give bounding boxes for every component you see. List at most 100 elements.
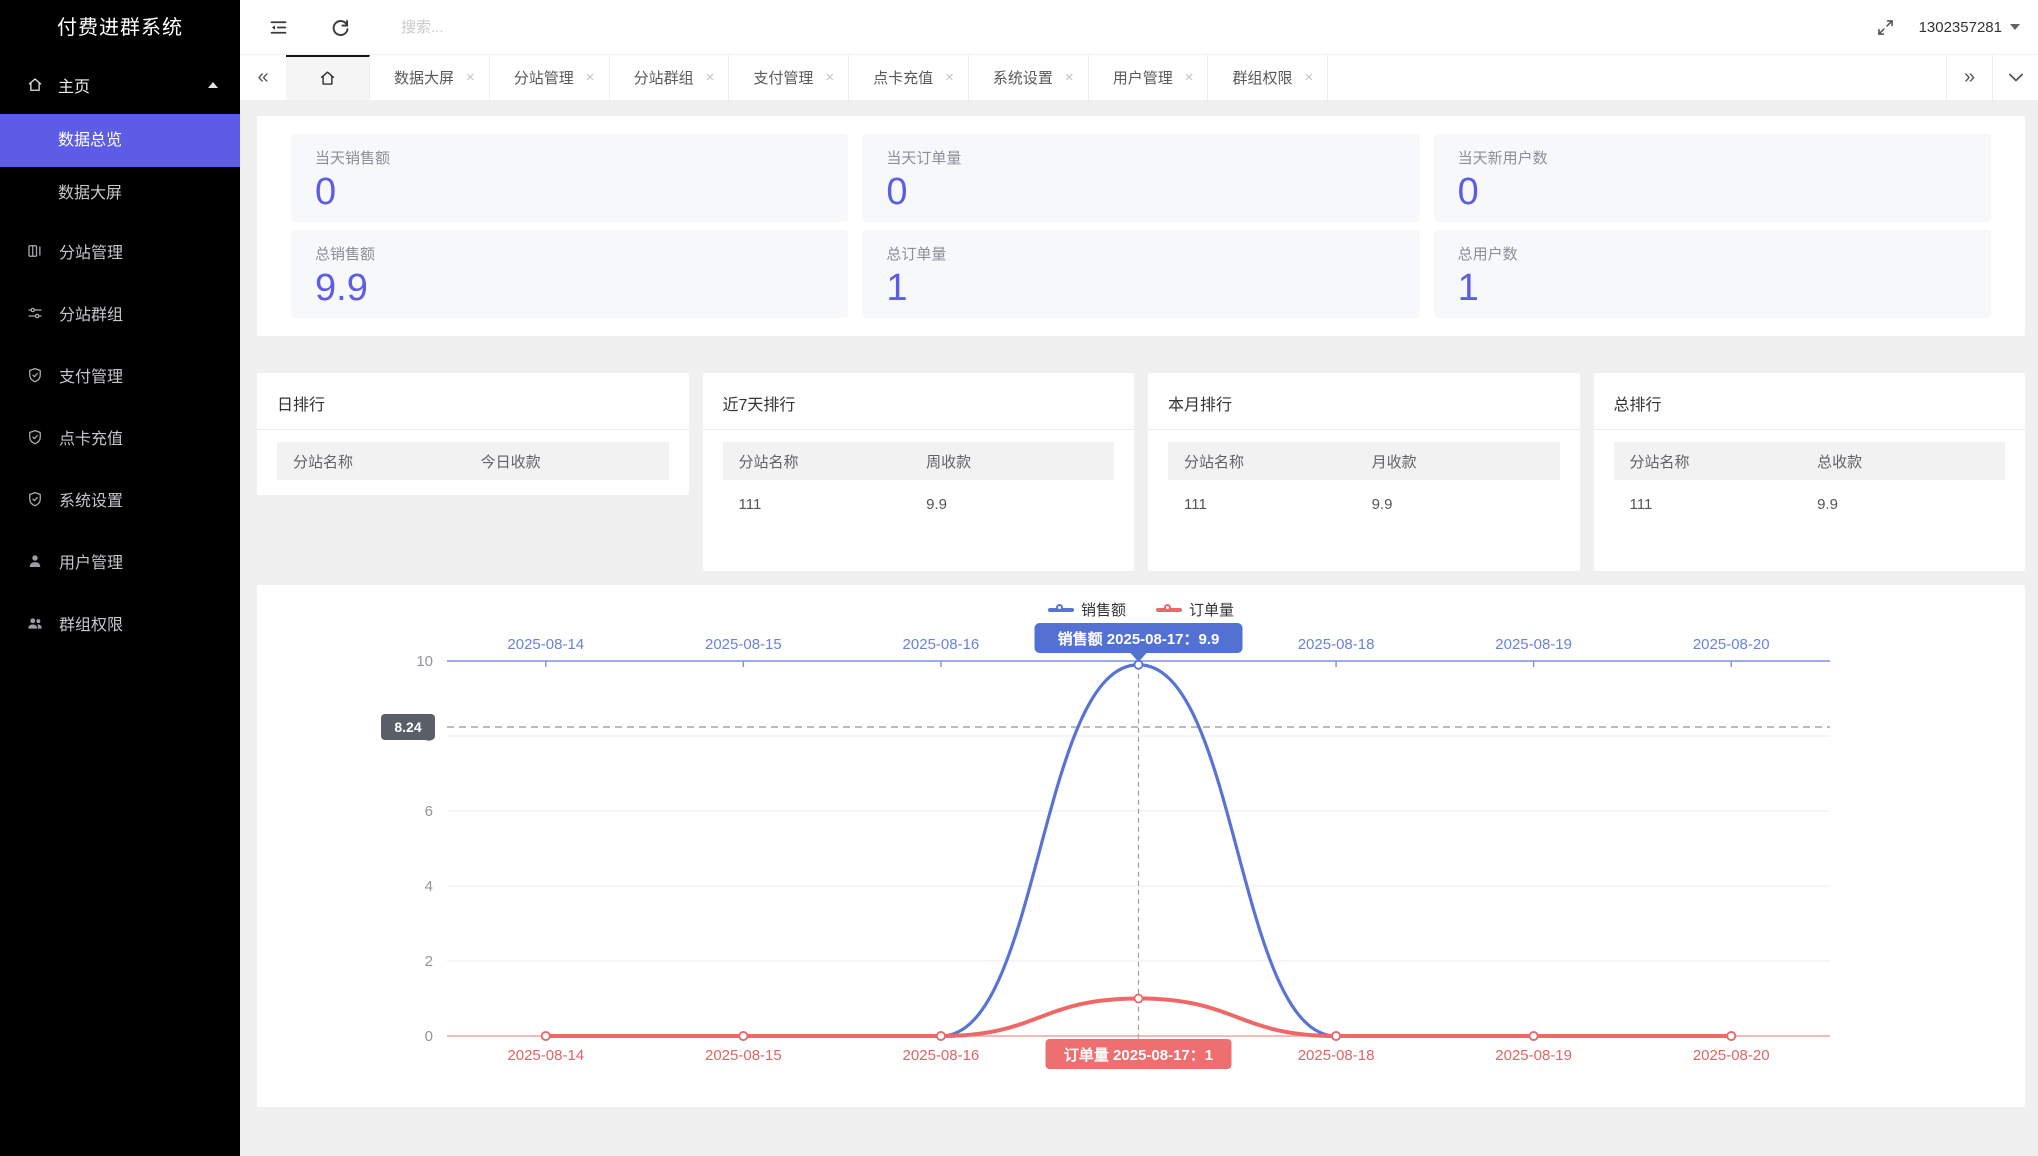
stat-label: 总订单量 xyxy=(886,246,947,263)
table-row: 111 9.9 xyxy=(723,480,1115,528)
sidebar-menu: 分站管理分站群组 支付管理点卡充值系统设置用户管理群组权限 xyxy=(0,220,240,654)
rank-card-总排行: 总排行 分站名称 总收款 111 9.9 xyxy=(1593,373,2025,571)
tab-系统设置[interactable]: 系统设置 × xyxy=(969,55,1089,100)
content: 当天销售额 0 当天订单量 0 当天新用户数 0 总销售额 9.9 总订单量 1 总用户数 1 日排行… xyxy=(240,100,2038,1107)
tab-close-icon[interactable]: × xyxy=(1065,69,1074,86)
column-header: 今日收款 xyxy=(480,453,541,471)
stat-value: 1 xyxy=(1457,267,1479,309)
shield-check-icon xyxy=(26,490,44,508)
legend-marker-icon xyxy=(1156,604,1182,612)
tab-点卡充值[interactable]: 点卡充值 × xyxy=(849,55,969,100)
sidebar-item-用户管理[interactable]: 用户管理 xyxy=(0,530,240,592)
tab-label: 分站管理 xyxy=(513,70,574,87)
sidebar-subitem-数据大屏[interactable]: 数据大屏 xyxy=(0,167,240,220)
stat-card-总销售额: 总销售额 9.9 xyxy=(291,230,849,318)
tab-用户管理[interactable]: 用户管理 × xyxy=(1089,55,1209,100)
table-row: 111 9.9 xyxy=(1614,480,2006,528)
svg-text:2025-08-18: 2025-08-18 xyxy=(1298,636,1375,653)
rank-card-title: 总排行 xyxy=(1593,373,2025,430)
svg-text:订单量 2025-08-17：1: 订单量 2025-08-17：1 xyxy=(1064,1046,1213,1064)
sidebar-subitem-数据总览[interactable]: 数据总览 xyxy=(0,114,240,167)
svg-text:2025-08-19: 2025-08-19 xyxy=(1495,636,1572,653)
stats-panel: 当天销售额 0 当天订单量 0 当天新用户数 0 总销售额 9.9 总订单量 1 总用户数 1 xyxy=(257,116,2025,336)
tab-close-icon[interactable]: × xyxy=(1185,69,1194,86)
fullscreen-icon[interactable] xyxy=(1873,14,1899,40)
stat-label: 当天订单量 xyxy=(886,150,962,167)
sidebar-item-分站群组[interactable]: 分站群组 xyxy=(0,282,240,344)
svg-text:2025-08-19: 2025-08-19 xyxy=(1495,1047,1572,1064)
tab-home[interactable] xyxy=(286,55,370,100)
tabs-menu-icon[interactable] xyxy=(1992,55,2038,100)
sidebar-item-home[interactable]: 主页 xyxy=(0,56,240,114)
sidebar-item-label: 分站管理 xyxy=(59,245,124,262)
sidebar-item-点卡充值[interactable]: 点卡充值 xyxy=(0,406,240,468)
svg-text:2025-08-14: 2025-08-14 xyxy=(507,1047,584,1064)
home-icon xyxy=(320,71,335,85)
rankings-row: 日排行 分站名称 今日收款 近7天排行 分站名称 周收款 111 9.9 本月排行 分站名称 月收款… xyxy=(257,373,2025,571)
sales-orders-line-chart[interactable]: 02468102025-08-142025-08-142025-08-15202… xyxy=(257,585,2025,1107)
columns-icon xyxy=(26,242,44,260)
menu-fold-icon[interactable] xyxy=(265,14,291,40)
app-title: 付费进群系统 xyxy=(57,17,183,39)
tab-label: 点卡充值 xyxy=(873,70,934,87)
tab-label: 用户管理 xyxy=(1112,70,1173,87)
sidebar-item-支付管理[interactable]: 支付管理 xyxy=(0,344,240,406)
tabs-scroll-left-icon[interactable]: « xyxy=(240,55,286,100)
sidebar-item-label: 群组权限 xyxy=(59,617,124,634)
tab-分站群组[interactable]: 分站群组 × xyxy=(610,55,730,100)
sidebar-item-label: 点卡充值 xyxy=(59,431,124,448)
rank-card-本月排行: 本月排行 分站名称 月收款 111 9.9 xyxy=(1148,373,1580,571)
tab-数据大屏[interactable]: 数据大屏 × xyxy=(370,55,490,100)
tabs-scroll-right-icon[interactable]: » xyxy=(1946,55,1992,100)
svg-text:10: 10 xyxy=(416,653,433,670)
legend-marker-icon xyxy=(1047,604,1074,612)
column-header: 分站名称 xyxy=(738,453,799,471)
sidebar-item-label: 系统设置 xyxy=(59,493,124,510)
refresh-icon[interactable] xyxy=(327,14,353,40)
tab-close-icon[interactable]: × xyxy=(586,69,595,86)
rank-card-title: 近7天排行 xyxy=(702,373,1134,430)
shield-check-icon xyxy=(26,366,44,384)
sidebar-item-群组权限[interactable]: 群组权限 xyxy=(0,592,240,654)
rank-card-title: 本月排行 xyxy=(1148,373,1580,430)
tab-分站管理[interactable]: 分站管理 × xyxy=(490,55,610,100)
main-area: 1302357281 « 数据大屏×分站管理×分站群组×支付管理×点卡充值×系统… xyxy=(240,0,2038,1107)
sidebar-item-分站管理[interactable]: 分站管理 xyxy=(0,220,240,282)
table-cell: 111 xyxy=(1629,495,1653,513)
tab-close-icon[interactable]: × xyxy=(825,69,834,86)
sidebar: 付费进群系统 主页 数据总览 数据大屏 分站管理分站群组 支付管理点卡充值系统设置用… xyxy=(0,0,240,1156)
column-header: 周收款 xyxy=(926,453,972,471)
user-menu[interactable]: 1302357281 xyxy=(1919,19,2020,36)
user-icon xyxy=(26,552,44,570)
search-input[interactable] xyxy=(401,18,641,36)
tab-close-icon[interactable]: × xyxy=(466,69,475,86)
tab-支付管理[interactable]: 支付管理 × xyxy=(729,55,850,100)
table-cell: 9.9 xyxy=(1817,495,1838,513)
svg-text:0: 0 xyxy=(425,1028,433,1045)
svg-text:2025-08-15: 2025-08-15 xyxy=(705,1047,782,1064)
stat-card-总订单量: 总订单量 1 xyxy=(862,230,1420,318)
legend-label: 订单量 xyxy=(1189,602,1235,619)
svg-text:2025-08-20: 2025-08-20 xyxy=(1693,1047,1770,1064)
table-cell: 111 xyxy=(738,495,762,513)
rank-table-header: 分站名称 月收款 xyxy=(1168,442,1560,480)
stat-value: 9.9 xyxy=(315,267,368,309)
sidebar-home-label: 主页 xyxy=(58,79,91,96)
stat-card-当天订单量: 当天订单量 0 xyxy=(862,134,1420,222)
rank-card-近7天排行: 近7天排行分站名称 周收款 111 9.9 xyxy=(702,373,1134,571)
sidebar-item-系统设置[interactable]: 系统设置 xyxy=(0,468,240,530)
tab-close-icon[interactable]: × xyxy=(945,69,954,86)
svg-text:2025-08-15: 2025-08-15 xyxy=(705,636,782,653)
column-header: 月收款 xyxy=(1371,453,1417,471)
stat-value: 1 xyxy=(886,267,908,309)
svg-text:2025-08-14: 2025-08-14 xyxy=(507,636,584,653)
chevron-down-icon xyxy=(2010,24,2020,30)
svg-text:6: 6 xyxy=(425,803,433,820)
legend-item-销售额[interactable]: 销售额 xyxy=(1047,599,1126,620)
tab-群组权限[interactable]: 群组权限 × xyxy=(1208,55,1329,100)
tab-close-icon[interactable]: × xyxy=(1304,69,1313,86)
user-id: 1302357281 xyxy=(1918,18,2002,36)
tab-close-icon[interactable]: × xyxy=(706,69,715,86)
legend-item-订单量[interactable]: 订单量 xyxy=(1156,599,1234,620)
stat-label: 总用户数 xyxy=(1457,246,1518,263)
